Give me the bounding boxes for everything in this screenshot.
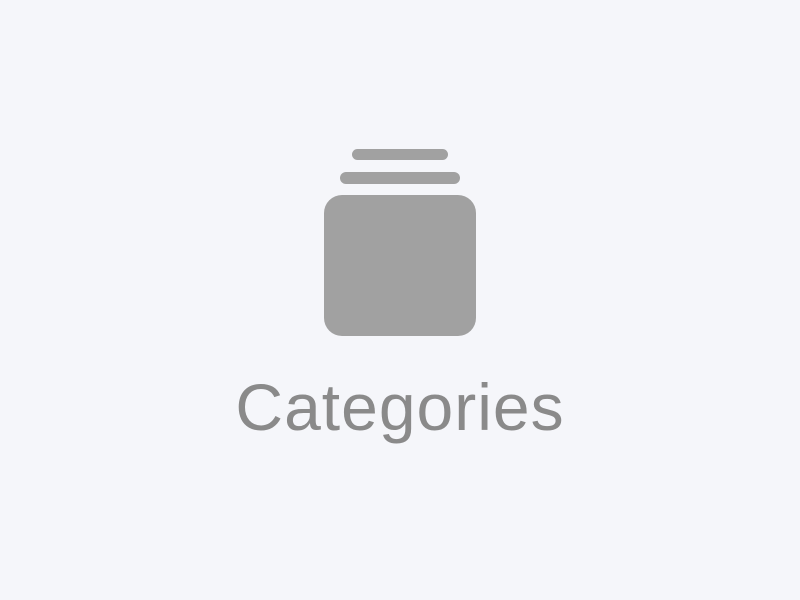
empty-state-screen: Categories (0, 0, 800, 600)
categories-stack-icon (320, 145, 480, 340)
categories-label: Categories (235, 370, 565, 444)
